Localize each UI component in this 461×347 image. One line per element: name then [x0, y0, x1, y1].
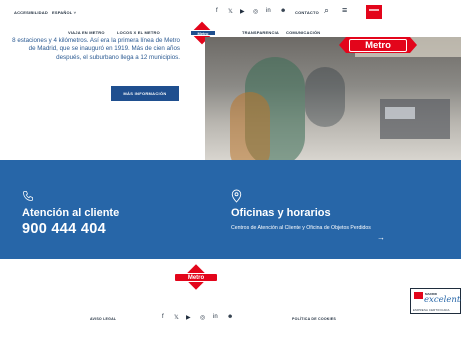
linkedin-icon[interactable]: in [266, 8, 271, 14]
badge-certification: EMPRESA CERTIFICADA [413, 308, 450, 312]
facebook-icon[interactable]: f [216, 8, 218, 14]
madrid-excelente-badge[interactable]: MADRID excelente EMPRESA CERTIFICADA [410, 288, 461, 314]
footer-metro-logo[interactable]: Metro [174, 264, 218, 290]
badge-script: excelente [424, 295, 461, 305]
more-info-button[interactable]: MÁS INFORMACIÓN [111, 86, 179, 101]
footer-instagram-icon[interactable]: ◎ [200, 314, 205, 321]
arrow-right-icon[interactable]: → [377, 233, 385, 242]
history-text: 8 estaciones y 4 kilómetros. Así era la … [12, 37, 180, 61]
search-icon[interactable]: ⌕ [324, 5, 329, 16]
menu-icon[interactable]: ≡ [342, 5, 347, 15]
accessibility-link[interactable]: ACCESIBILIDAD [14, 10, 48, 15]
footer-logo-text: Metro [187, 274, 205, 281]
metro-station-sign: Metro [339, 37, 417, 53]
twitter-icon[interactable]: 𝕏 [228, 8, 233, 15]
customer-service-title: Atención al cliente [22, 207, 120, 219]
metro-station-photo [205, 37, 461, 160]
nav-transparencia[interactable]: TRANSPARENCIA [242, 30, 279, 35]
language-selector[interactable]: ESPAÑOL ˅ [52, 10, 76, 15]
nav-viaja-en-metro[interactable]: VIAJA EN METRO [68, 30, 105, 35]
comunidad-madrid-logo[interactable] [366, 5, 382, 19]
phone-icon [22, 190, 34, 202]
offices-description: Centros de Atención al Cliente y Oficina… [231, 225, 371, 231]
location-pin-icon [231, 189, 242, 203]
metro-sign-text: Metro [349, 39, 407, 52]
youtube-icon[interactable]: ▶ [240, 8, 245, 15]
cookies-policy-link[interactable]: POLÍTICA DE COOKIES [292, 317, 336, 321]
other-social-icon[interactable]: ☻ [280, 8, 286, 14]
footer-linkedin-icon[interactable]: in [213, 314, 218, 320]
contact-link[interactable]: CONTACTO [295, 10, 319, 15]
nav-locos-x-el-metro[interactable]: LOCOS X EL METRO [117, 30, 160, 35]
metro-logo-text: Metro [197, 30, 209, 36]
customer-service-phone[interactable]: 900 444 404 [22, 221, 106, 237]
footer-other-social-icon[interactable]: ☻ [227, 314, 233, 320]
instagram-icon[interactable]: ◎ [253, 8, 258, 15]
footer-youtube-icon[interactable]: ▶ [186, 314, 191, 321]
footer-facebook-icon[interactable]: f [162, 314, 164, 320]
offices-title[interactable]: Oficinas y horarios [231, 207, 331, 219]
legal-notice-link[interactable]: AVISO LEGAL [90, 317, 116, 321]
footer-twitter-icon[interactable]: 𝕏 [174, 314, 179, 321]
nav-comunicacion[interactable]: COMUNICACIÓN [286, 30, 320, 35]
